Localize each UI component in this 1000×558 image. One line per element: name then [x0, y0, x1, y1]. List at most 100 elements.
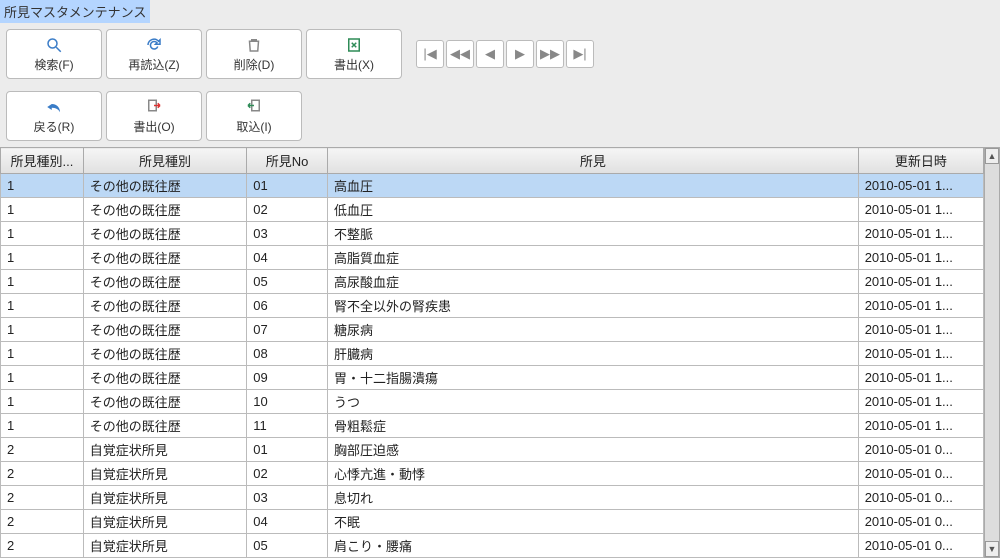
cell-finding: 肝臓病 [327, 342, 858, 366]
vertical-scrollbar[interactable]: ▲ ▼ [984, 147, 1000, 558]
table-row[interactable]: 1その他の既往歴05高尿酸血症2010-05-01 1... [1, 270, 984, 294]
toolbar-secondary: 戻る(R) 書出(O) 取込(I) [0, 85, 1000, 147]
first-icon: |◀ [423, 46, 436, 62]
cell-no: 02 [247, 462, 328, 486]
table-row[interactable]: 1その他の既往歴01高血圧2010-05-01 1... [1, 174, 984, 198]
nav-next-button[interactable]: ▶ [506, 40, 534, 68]
table-row[interactable]: 1その他の既往歴11骨粗鬆症2010-05-01 1... [1, 414, 984, 438]
cell-type: 自覚症状所見 [83, 510, 246, 534]
cell-typeNo: 1 [1, 174, 84, 198]
scroll-down-button[interactable]: ▼ [985, 541, 999, 557]
cell-finding: 高脂質血症 [327, 246, 858, 270]
cell-type: 自覚症状所見 [83, 534, 246, 558]
trash-icon [245, 36, 263, 54]
cell-finding: 不整脈 [327, 222, 858, 246]
table-row[interactable]: 2自覚症状所見02心悸亢進・動悸2010-05-01 0... [1, 462, 984, 486]
cell-typeNo: 2 [1, 510, 84, 534]
cell-typeNo: 1 [1, 222, 84, 246]
table-row[interactable]: 2自覚症状所見04不眠2010-05-01 0... [1, 510, 984, 534]
cell-type: その他の既往歴 [83, 366, 246, 390]
scroll-up-button[interactable]: ▲ [985, 148, 999, 164]
cell-updated: 2010-05-01 0... [858, 534, 983, 558]
table-row[interactable]: 1その他の既往歴04高脂質血症2010-05-01 1... [1, 246, 984, 270]
cell-finding: 腎不全以外の腎疾患 [327, 294, 858, 318]
cell-finding: 高尿酸血症 [327, 270, 858, 294]
cell-typeNo: 1 [1, 198, 84, 222]
cell-updated: 2010-05-01 0... [858, 462, 983, 486]
delete-label: 削除(D) [234, 56, 275, 73]
export-x-button[interactable]: 書出(X) [306, 29, 402, 79]
nav-prev-button[interactable]: ◀ [476, 40, 504, 68]
table-row[interactable]: 1その他の既往歴06腎不全以外の腎疾患2010-05-01 1... [1, 294, 984, 318]
search-icon [45, 36, 63, 54]
back-label: 戻る(R) [34, 118, 75, 135]
cell-finding: 高血圧 [327, 174, 858, 198]
table-row[interactable]: 1その他の既往歴02低血圧2010-05-01 1... [1, 198, 984, 222]
cell-finding: 心悸亢進・動悸 [327, 462, 858, 486]
cell-type: 自覚症状所見 [83, 462, 246, 486]
cell-no: 02 [247, 198, 328, 222]
table-row[interactable]: 1その他の既往歴08肝臓病2010-05-01 1... [1, 342, 984, 366]
next-icon: ▶ [515, 46, 525, 62]
cell-type: その他の既往歴 [83, 390, 246, 414]
nav-prev-page-button[interactable]: ◀◀ [446, 40, 474, 68]
reload-button[interactable]: 再読込(Z) [106, 29, 202, 79]
table-row[interactable]: 1その他の既往歴10うつ2010-05-01 1... [1, 390, 984, 414]
cell-finding: 糖尿病 [327, 318, 858, 342]
undo-icon [45, 98, 63, 116]
nav-last-button[interactable]: ▶| [566, 40, 594, 68]
toolbar-primary: 検索(F) 再読込(Z) 削除(D) 書出(X) |◀ ◀◀ ◀ ▶ ▶▶ ▶| [0, 23, 1000, 85]
cell-finding: 肩こり・腰痛 [327, 534, 858, 558]
export-doc-icon [145, 98, 163, 116]
reload-label: 再読込(Z) [128, 56, 179, 73]
cell-updated: 2010-05-01 1... [858, 366, 983, 390]
col-header-type[interactable]: 所見種別 [83, 148, 246, 174]
import-button[interactable]: 取込(I) [206, 91, 302, 141]
cell-updated: 2010-05-01 0... [858, 510, 983, 534]
cell-updated: 2010-05-01 1... [858, 414, 983, 438]
cell-typeNo: 2 [1, 486, 84, 510]
cell-finding: 息切れ [327, 486, 858, 510]
col-header-no[interactable]: 所見No [247, 148, 328, 174]
cell-no: 11 [247, 414, 328, 438]
reload-icon [145, 36, 163, 54]
window-title: 所見マスタメンテナンス [0, 0, 150, 23]
cell-typeNo: 1 [1, 270, 84, 294]
back-button[interactable]: 戻る(R) [6, 91, 102, 141]
cell-updated: 2010-05-01 0... [858, 438, 983, 462]
table-row[interactable]: 1その他の既往歴03不整脈2010-05-01 1... [1, 222, 984, 246]
cell-typeNo: 1 [1, 390, 84, 414]
cell-updated: 2010-05-01 1... [858, 318, 983, 342]
cell-typeNo: 1 [1, 318, 84, 342]
cell-updated: 2010-05-01 1... [858, 294, 983, 318]
findings-table: 所見種別... 所見種別 所見No 所見 更新日時 1その他の既往歴01高血圧2… [0, 147, 984, 558]
delete-button[interactable]: 削除(D) [206, 29, 302, 79]
cell-no: 03 [247, 486, 328, 510]
cell-no: 10 [247, 390, 328, 414]
table-row[interactable]: 2自覚症状所見01胸部圧迫感2010-05-01 0... [1, 438, 984, 462]
cell-type: その他の既往歴 [83, 246, 246, 270]
col-header-typeno[interactable]: 所見種別... [1, 148, 84, 174]
col-header-finding[interactable]: 所見 [327, 148, 858, 174]
export-o-button[interactable]: 書出(O) [106, 91, 202, 141]
cell-updated: 2010-05-01 1... [858, 174, 983, 198]
table-row[interactable]: 2自覚症状所見03息切れ2010-05-01 0... [1, 486, 984, 510]
cell-typeNo: 1 [1, 366, 84, 390]
cell-type: その他の既往歴 [83, 294, 246, 318]
cell-finding: 胸部圧迫感 [327, 438, 858, 462]
import-label: 取込(I) [236, 118, 271, 135]
cell-type: その他の既往歴 [83, 198, 246, 222]
nav-next-page-button[interactable]: ▶▶ [536, 40, 564, 68]
cell-type: 自覚症状所見 [83, 438, 246, 462]
cell-updated: 2010-05-01 0... [858, 486, 983, 510]
cell-no: 05 [247, 534, 328, 558]
last-icon: ▶| [573, 46, 586, 62]
table-row[interactable]: 1その他の既往歴09胃・十二指腸潰瘍2010-05-01 1... [1, 366, 984, 390]
nav-first-button[interactable]: |◀ [416, 40, 444, 68]
col-header-updated[interactable]: 更新日時 [858, 148, 983, 174]
cell-type: 自覚症状所見 [83, 486, 246, 510]
table-row[interactable]: 2自覚症状所見05肩こり・腰痛2010-05-01 0... [1, 534, 984, 558]
table-row[interactable]: 1その他の既往歴07糖尿病2010-05-01 1... [1, 318, 984, 342]
search-label: 検索(F) [34, 56, 73, 73]
search-button[interactable]: 検索(F) [6, 29, 102, 79]
